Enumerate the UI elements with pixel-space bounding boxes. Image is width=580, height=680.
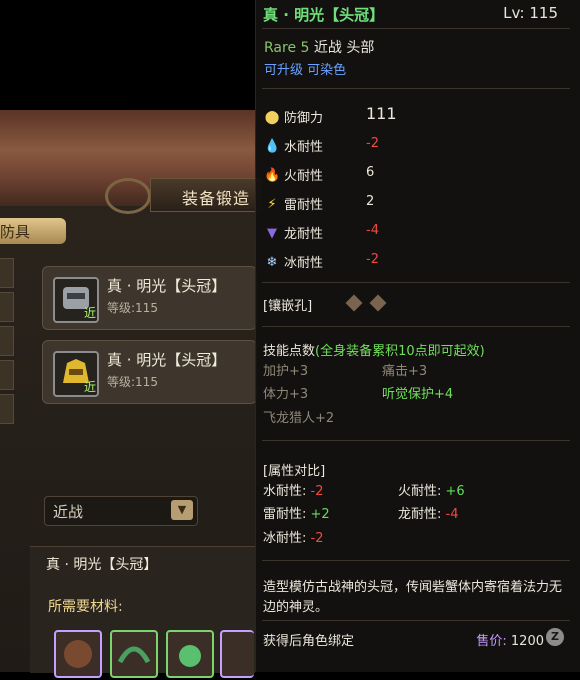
list-item[interactable]: 近 真 · 明光【头冠】 等级:115: [42, 340, 257, 404]
stat-row-defense: ⬤ 防御力 111: [264, 104, 397, 126]
item-description: 造型模仿古战神的头冠，传闻砦蟹体内寄宿着法力无边的神灵。: [263, 580, 563, 615]
skill-entry: 加护+3: [263, 364, 309, 379]
price: 售价: 1200: [476, 634, 544, 649]
ornament-icon: [105, 178, 151, 214]
skill-entry: 飞龙猎人+2: [263, 411, 335, 426]
tooltip-level: Lv: 115: [503, 4, 558, 22]
upgradable-flag: 可升级: [264, 63, 304, 78]
compare-ice: 冰耐性: -2: [263, 531, 324, 546]
material-slot[interactable]: [166, 630, 214, 678]
bind-notice: 获得后角色绑定: [263, 634, 355, 649]
divider: [262, 28, 570, 29]
stat-row-water: 💧 水耐性 -2: [264, 136, 379, 155]
side-tab[interactable]: [0, 360, 14, 390]
item-name: 真 · 明光【头冠】: [107, 351, 227, 369]
divider: [262, 282, 570, 283]
filter-value: 近战: [53, 503, 84, 521]
rarity: Rare 5: [264, 40, 310, 56]
water-icon: 💧: [264, 139, 281, 154]
compare-fire: 火耐性: +6: [398, 484, 465, 499]
side-tabs: [0, 258, 14, 428]
item-rarity-line: Rare 5 近战 头部: [264, 37, 374, 57]
thunder-icon: ⚡: [267, 197, 277, 212]
stat-row-fire: 🔥 火耐性 6: [264, 165, 375, 184]
item-name: 真 · 明光【头冠】: [107, 277, 227, 295]
material-slot[interactable]: [220, 630, 254, 678]
side-tab[interactable]: [0, 258, 14, 288]
filter-dropdown[interactable]: 近战 ▼: [44, 496, 198, 526]
material-slot[interactable]: [54, 630, 102, 678]
stat-row-ice: ❄ 冰耐性 -2: [264, 251, 379, 271]
compare-header: [属性对比]: [263, 464, 326, 479]
stat-row-dragon: ▼ 龙耐性 -4: [264, 222, 379, 242]
divider: [262, 88, 570, 89]
materials-label: 所需要材料:: [48, 599, 123, 615]
stat-row-thunder: ⚡ 雷耐性 2: [264, 193, 374, 213]
compare-water: 水耐性: -2: [263, 484, 324, 499]
tab-gear-label: 防具: [0, 223, 31, 241]
compare-thunder: 雷耐性: +2: [263, 507, 330, 522]
side-tab[interactable]: [0, 326, 14, 356]
divider: [262, 620, 570, 621]
selected-item-name: 真 · 明光【头冠】: [46, 557, 158, 573]
background-top: [0, 0, 255, 110]
equip-slot: 头部: [346, 40, 375, 56]
list-item[interactable]: 近 真 · 明光【头冠】 等级:115: [42, 266, 257, 330]
chevron-down-icon[interactable]: ▼: [171, 500, 193, 520]
ice-icon: ❄: [266, 255, 278, 270]
dyeable-flag: 可染色: [307, 63, 347, 78]
currency-icon: Z: [546, 628, 564, 646]
helmet-icon: 近: [53, 351, 99, 397]
skill-entry: 痛击+3: [382, 364, 428, 379]
skill-entry-active: 听觉保护+4: [382, 387, 454, 402]
forge-title: 装备锻造: [182, 189, 251, 208]
item-level: 等级:115: [107, 301, 158, 315]
weapon-type: 近战: [313, 40, 342, 56]
item-level: 等级:115: [107, 375, 158, 389]
skill-entry: 体力+3: [263, 387, 309, 402]
tooltip-title: 真 · 明光【头冠】: [263, 6, 385, 24]
dragon-icon: ▼: [267, 226, 277, 241]
skill-points-header: 技能点数(全身装备累积10点即可起效): [263, 344, 485, 359]
material-slot[interactable]: [110, 630, 158, 678]
helmet-icon: 近: [53, 277, 99, 323]
item-tooltip: [255, 0, 580, 672]
side-tab[interactable]: [0, 394, 14, 424]
divider: [262, 440, 570, 441]
socket-label: [镶嵌孔]: [263, 299, 313, 314]
divider: [262, 560, 570, 561]
divider: [262, 326, 570, 327]
fire-icon: 🔥: [264, 168, 281, 183]
side-tab[interactable]: [0, 292, 14, 322]
compare-dragon: 龙耐性: -4: [398, 507, 459, 522]
shield-icon: ⬤: [264, 110, 280, 125]
item-flags: 可升级 可染色: [264, 59, 346, 78]
